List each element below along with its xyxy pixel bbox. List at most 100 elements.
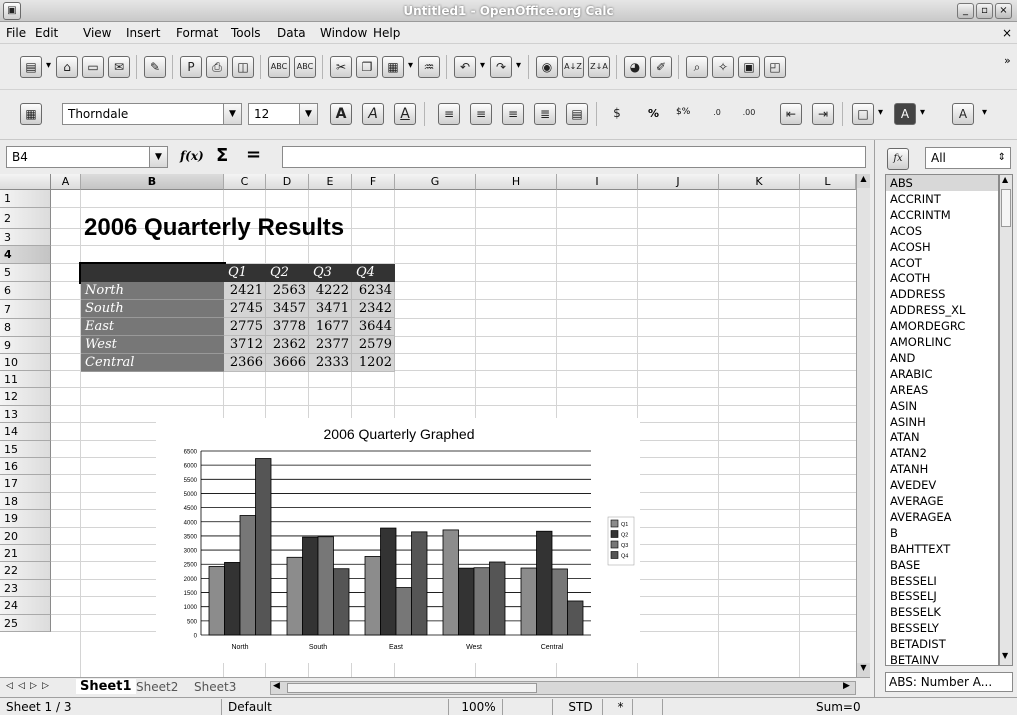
value-cell[interactable]: 2342 (352, 300, 395, 318)
column-header-b[interactable]: B (81, 174, 224, 190)
font-name-dropdown-icon[interactable]: ▼ (223, 104, 241, 124)
scroll-up-icon[interactable]: ▲ (857, 174, 870, 188)
justify-icon[interactable]: ≣ (534, 103, 556, 125)
font-name-box[interactable]: Thorndale ▼ (62, 103, 242, 125)
copy-icon[interactable]: ❐ (356, 56, 378, 78)
row-header[interactable]: 6 (0, 282, 51, 300)
bold-button[interactable]: A (330, 103, 352, 125)
status-page-style[interactable]: Default (224, 699, 449, 715)
sort-descending-icon[interactable]: Z↓A (588, 56, 610, 78)
menu-data[interactable]: Data (277, 25, 306, 41)
function-item[interactable]: BETAINV (890, 652, 939, 665)
row-header[interactable]: 2 (0, 208, 51, 229)
last-sheet-icon[interactable]: ▷ (42, 681, 49, 691)
menu-help[interactable]: Help (373, 25, 400, 41)
align-center-icon[interactable]: ≡ (470, 103, 492, 125)
function-category-select[interactable]: All ⇕ (925, 147, 1011, 169)
function-item[interactable]: ASINH (890, 414, 926, 430)
navigator-icon[interactable]: ✧ (712, 56, 734, 78)
menu-tools[interactable]: Tools (231, 25, 261, 41)
font-size-dropdown-icon[interactable]: ▼ (299, 104, 317, 124)
first-sheet-icon[interactable]: ◁ (6, 681, 13, 691)
row-header[interactable]: 3 (0, 229, 51, 246)
undo-dropdown-icon[interactable]: ▾ (480, 60, 485, 71)
delete-decimal-icon[interactable]: .00 (738, 103, 760, 125)
sheet-tab-sheet1[interactable]: Sheet1 (76, 679, 136, 694)
quarter-header-q1[interactable]: Q1 (228, 264, 247, 282)
clone-formatting-icon[interactable]: ♒ (418, 56, 440, 78)
category-dropdown-icon[interactable]: ⇕ (998, 148, 1006, 168)
menu-file[interactable]: File (6, 25, 26, 41)
column-header-l[interactable]: L (800, 174, 856, 190)
chart-object[interactable]: 2006 Quarterly Graphed 6500 6000 5500 5000 4… (156, 418, 640, 663)
data-sources-icon[interactable]: ◰ (764, 56, 786, 78)
paste-icon[interactable]: ▦ (382, 56, 404, 78)
function-item[interactable]: BESSELJ (890, 588, 937, 604)
background-color-dropdown-icon[interactable]: ▾ (920, 107, 925, 118)
function-item[interactable]: AREAS (890, 382, 928, 398)
function-item[interactable]: B (890, 525, 898, 541)
row-header[interactable]: 19 (0, 510, 51, 528)
name-box-dropdown-icon[interactable]: ▼ (149, 147, 167, 167)
row-header[interactable]: 17 (0, 475, 51, 493)
menu-format[interactable]: Format (176, 25, 218, 41)
function-scroll-thumb[interactable] (1001, 189, 1011, 227)
maximize-button[interactable]: ▫ (976, 3, 993, 19)
find-replace-icon[interactable]: ⌕ (686, 56, 708, 78)
function-item[interactable]: AND (890, 350, 915, 366)
function-list[interactable]: ABS ACCRINT ACCRINTM ACOS ACOSH ACOT ACOTH ADDR… (885, 174, 999, 666)
select-all-corner[interactable] (0, 174, 51, 190)
quarter-header-q3[interactable]: Q3 (313, 264, 332, 282)
cut-icon[interactable]: ✂ (330, 56, 352, 78)
sheet-title-cell[interactable]: 2006 Quarterly Results (84, 214, 344, 242)
function-item[interactable]: ATAN2 (890, 445, 927, 461)
row-header[interactable]: 14 (0, 423, 51, 441)
function-item[interactable]: ABS (886, 175, 998, 191)
number-format-standard-button[interactable]: $% (676, 107, 690, 117)
header-corner-cell[interactable] (79, 262, 226, 284)
function-scroll-down-icon[interactable]: ▼ (1002, 651, 1008, 660)
document-close-icon[interactable]: × (1002, 25, 1012, 41)
scroll-down-icon[interactable]: ▼ (857, 663, 870, 677)
value-cell[interactable]: 2579 (352, 336, 395, 354)
scroll-left-icon[interactable]: ◀ (273, 681, 280, 691)
region-name-cell[interactable]: East (81, 318, 224, 336)
open-folder-icon[interactable]: ⌂ (56, 56, 78, 78)
spreadsheet-grid[interactable]: A B C D E F G H I J K L 1 2 3 4 5 6 7 8 9 10 11 12 1… (0, 174, 856, 677)
column-header-g[interactable]: G (395, 174, 476, 190)
column-header-i[interactable]: I (557, 174, 638, 190)
function-item[interactable]: AMORDEGRC (890, 318, 965, 334)
function-item[interactable]: AVERAGE (890, 493, 944, 509)
gallery-icon[interactable]: ▣ (738, 56, 760, 78)
horizontal-scroll-thumb[interactable] (287, 683, 537, 693)
paste-dropdown-icon[interactable]: ▾ (408, 60, 413, 71)
row-header[interactable]: 25 (0, 614, 51, 632)
function-item[interactable]: BESSELY (890, 620, 939, 636)
status-selection-mode[interactable]: STD (555, 699, 603, 715)
export-pdf-icon[interactable]: P (180, 56, 202, 78)
function-item[interactable]: ACOT (890, 255, 922, 271)
prev-sheet-icon[interactable]: ◁ (18, 681, 25, 691)
row-header[interactable]: 23 (0, 579, 51, 598)
column-header-e[interactable]: E (309, 174, 352, 190)
row-header[interactable]: 1 (0, 190, 51, 208)
row-header[interactable]: 21 (0, 545, 51, 563)
align-left-icon[interactable]: ≡ (438, 103, 460, 125)
function-item[interactable]: ATANH (890, 461, 928, 477)
column-header-d[interactable]: D (266, 174, 309, 190)
close-button[interactable]: × (995, 3, 1012, 19)
function-button[interactable]: = (246, 144, 261, 165)
column-header-h[interactable]: H (476, 174, 557, 190)
italic-button[interactable]: A (362, 103, 384, 125)
print-preview-icon[interactable]: ◫ (232, 56, 254, 78)
font-size-box[interactable]: 12 ▼ (248, 103, 318, 125)
function-item[interactable]: AVERAGEA (890, 509, 952, 525)
background-color-icon[interactable]: A (894, 103, 916, 125)
number-format-currency-icon[interactable]: $ (606, 103, 628, 125)
value-cell[interactable]: 3471 (309, 300, 352, 318)
spellcheck-icon[interactable]: ABC (268, 56, 290, 78)
number-format-percent-button[interactable]: % (648, 107, 659, 120)
function-item[interactable]: ACCRINTM (890, 207, 951, 223)
increase-indent-icon[interactable]: ⇥ (812, 103, 834, 125)
hyperlink-icon[interactable]: ◉ (536, 56, 558, 78)
